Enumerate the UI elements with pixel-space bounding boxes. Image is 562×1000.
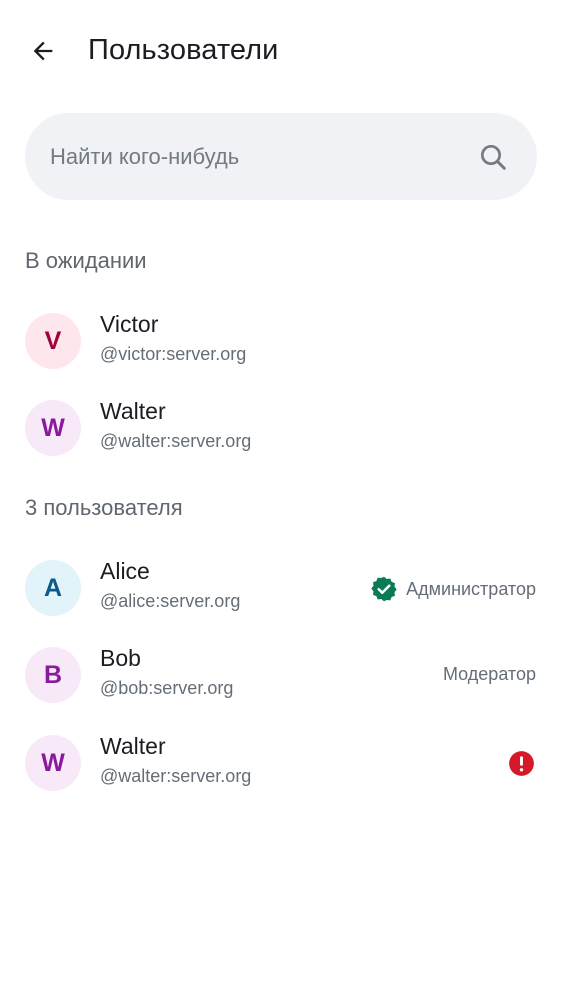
user-name: Walter bbox=[100, 398, 166, 424]
list-item[interactable]: W Walter @walter:server.org bbox=[0, 385, 562, 472]
list-item[interactable]: W Walter @walter:server.org bbox=[0, 720, 562, 807]
avatar: W bbox=[25, 735, 81, 791]
search-bar[interactable] bbox=[25, 113, 537, 200]
user-name: Walter bbox=[100, 733, 166, 759]
avatar: V bbox=[25, 313, 81, 369]
top-app-bar: Пользователи bbox=[0, 0, 562, 100]
list-item[interactable]: V Victor @victor:server.org bbox=[0, 298, 562, 385]
list-item[interactable]: A Alice @alice:server.org Администратор bbox=[0, 545, 562, 632]
user-name: Bob bbox=[100, 645, 141, 671]
section-header-pending: В ожидании bbox=[25, 248, 147, 273]
back-button[interactable] bbox=[22, 30, 64, 72]
avatar: B bbox=[25, 647, 81, 703]
role-text: Администратор bbox=[406, 579, 536, 599]
user-handle: @alice:server.org bbox=[100, 591, 241, 611]
list-item[interactable]: B Bob @bob:server.org Модератор bbox=[0, 632, 562, 719]
role-label: Администратор bbox=[370, 575, 536, 603]
user-handle: @bob:server.org bbox=[100, 678, 234, 698]
search-icon[interactable] bbox=[477, 141, 509, 173]
user-name: Victor bbox=[100, 311, 159, 337]
section-header-members: 3 пользователя bbox=[25, 495, 183, 520]
user-handle: @walter:server.org bbox=[100, 766, 252, 786]
role-text: Модератор bbox=[442, 664, 536, 684]
role-label: Модератор bbox=[443, 662, 536, 686]
search-input[interactable] bbox=[50, 113, 470, 200]
user-handle: @victor:server.org bbox=[100, 344, 247, 364]
user-name: Alice bbox=[100, 558, 150, 584]
page-title: Пользователи bbox=[88, 34, 279, 66]
arrow-left-icon bbox=[33, 41, 53, 61]
user-handle: @walter:server.org bbox=[100, 431, 252, 451]
avatar: W bbox=[25, 400, 81, 456]
avatar: A bbox=[25, 560, 81, 616]
error-icon bbox=[509, 751, 534, 776]
verified-badge-icon bbox=[371, 576, 397, 602]
